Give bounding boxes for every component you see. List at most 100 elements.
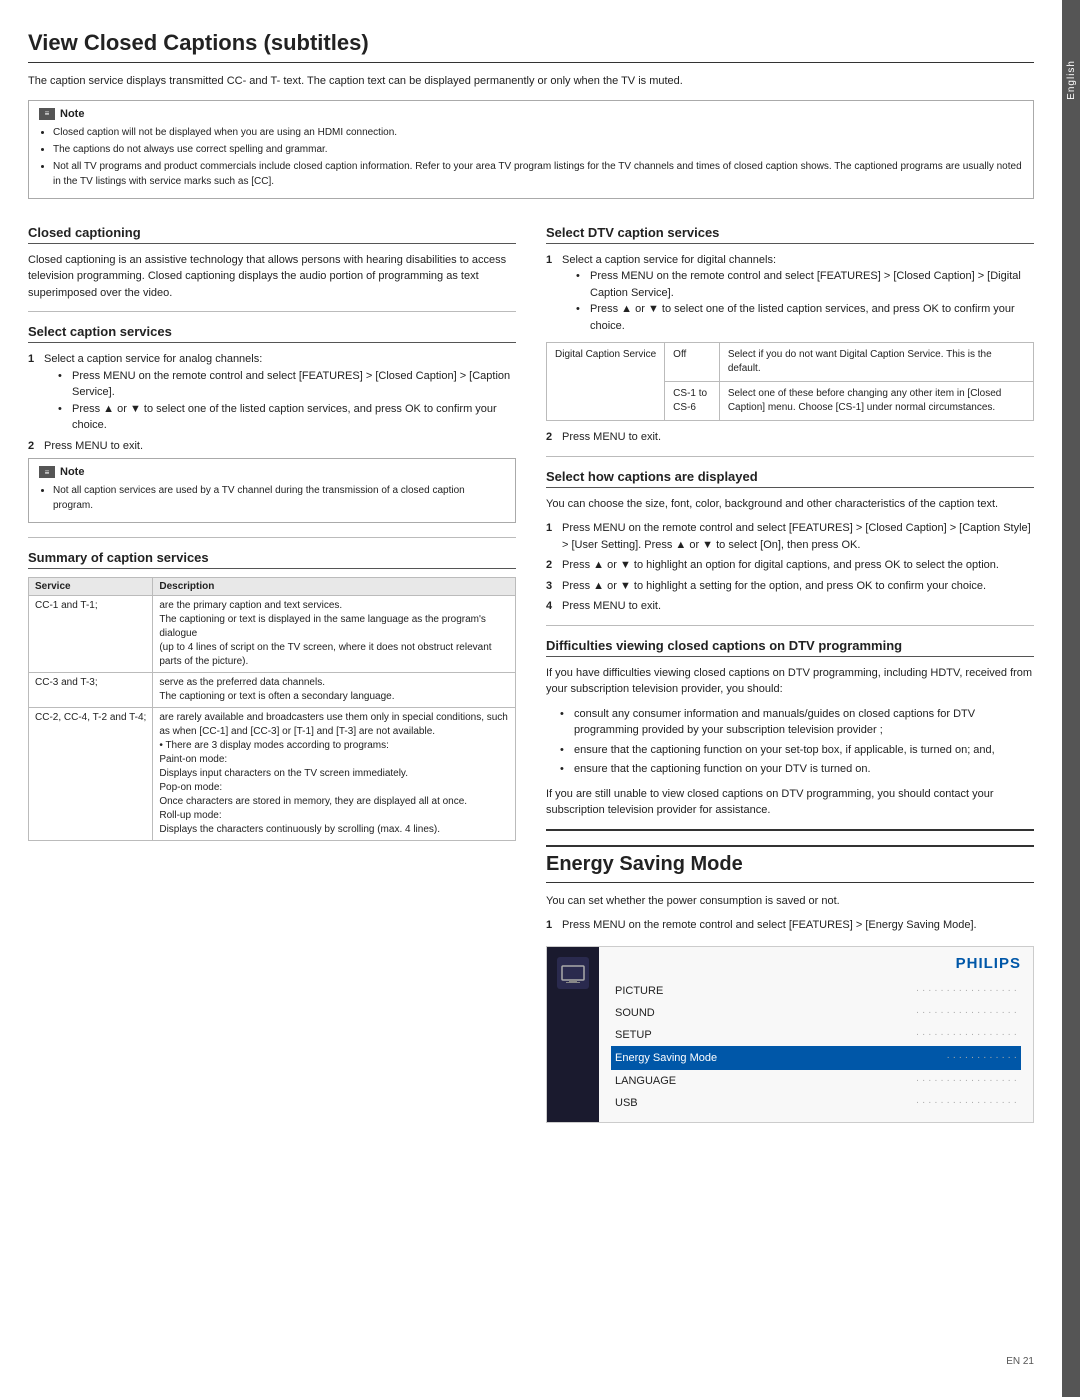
tv-menu-item-picture: PICTURE · · · · · · · · · · · · · · · · … [611, 980, 1021, 1002]
dtv-step-1-row: 1 Select a caption service for digital c… [546, 252, 1034, 335]
table-row: CC-2, CC-4, T-2 and T-4; are rarely avai… [29, 708, 516, 841]
step-1-content: Select a caption service for analog chan… [44, 351, 516, 434]
dtv-step-1-b2: • Press ▲ or ▼ to select one of the list… [562, 301, 1034, 334]
summary-desc-2: are rarely available and broadcasters us… [153, 708, 516, 841]
note-label-1: Note [60, 108, 84, 120]
summary-desc-0: are the primary caption and text service… [153, 596, 516, 673]
summary-service-2: CC-2, CC-4, T-2 and T-4; [29, 708, 153, 841]
note-item-1-1: Closed caption will not be displayed whe… [53, 125, 1023, 140]
step-1-b2-text: Press ▲ or ▼ to select one of the listed… [72, 401, 516, 434]
note-list-2: Not all caption services are used by a T… [39, 483, 505, 513]
tv-menu-usb-label: USB [615, 1092, 638, 1114]
step-2-row: 2 Press MENU to exit. [28, 438, 516, 455]
col-left: Closed captioning Closed captioning is a… [28, 213, 516, 1347]
step-1-b1-text: Press MENU on the remote control and sel… [72, 368, 516, 401]
note-header-2: ≡ Note [39, 466, 505, 478]
dtv-step-2-num: 2 [546, 429, 558, 446]
page-number: EN 21 [28, 1356, 1034, 1367]
select-how-steps: 1 Press MENU on the remote control and s… [546, 520, 1034, 615]
tv-menu-energy-dots: · · · · · · · · · · · · [946, 1048, 1017, 1068]
tv-menu-usb-dots: · · · · · · · · · · · · · · · · · [916, 1093, 1017, 1113]
difficulties-intro: If you have difficulties viewing closed … [546, 665, 1034, 698]
dtv-row-header: Digital Caption Service [547, 343, 665, 421]
dtv-cs-desc: Select one of these before changing any … [719, 382, 1033, 421]
col-right: Select DTV caption services 1 Select a c… [546, 213, 1034, 1347]
divider-1 [28, 311, 516, 312]
tv-svg [561, 963, 585, 983]
energy-saving-title: Energy Saving Mode [546, 845, 1034, 883]
tv-icon [557, 957, 589, 989]
divider-4 [546, 625, 1034, 626]
divider-3 [546, 456, 1034, 457]
two-col-layout: Closed captioning Closed captioning is a… [28, 213, 1034, 1347]
select-caption-title: Select caption services [28, 324, 516, 343]
select-how-title: Select how captions are displayed [546, 469, 1034, 488]
dtv-b1-text: Press MENU on the remote control and sel… [590, 268, 1034, 301]
how-step-1-text: Press MENU on the remote control and sel… [562, 520, 1034, 553]
step-1-b1: • Press MENU on the remote control and s… [44, 368, 516, 401]
step-2-num: 2 [28, 438, 40, 455]
tv-menu-item-language: LANGUAGE · · · · · · · · · · · · · · · ·… [611, 1070, 1021, 1092]
how-step-4-text: Press MENU to exit. [562, 598, 661, 615]
note-icon-1: ≡ [39, 108, 55, 120]
how-step-3: 3 Press ▲ or ▼ to highlight a setting fo… [546, 578, 1034, 595]
note-item-1-2: The captions do not always use correct s… [53, 142, 1023, 157]
tv-menu-box: PHILIPS PICTURE · · · · · · · · · · · · … [546, 946, 1034, 1123]
dtv-off-label: Off [665, 343, 720, 382]
how-step-4: 4 Press MENU to exit. [546, 598, 1034, 615]
tv-menu-sound-label: SOUND [615, 1002, 655, 1024]
note-box-2: ≡ Note Not all caption services are used… [28, 458, 516, 523]
how-step-3-text: Press ▲ or ▼ to highlight a setting for … [562, 578, 986, 595]
how-step-1: 1 Press MENU on the remote control and s… [546, 520, 1034, 553]
dtv-table: Digital Caption Service Off Select if yo… [546, 342, 1034, 421]
energy-step-1-text: Press MENU on the remote control and sel… [562, 917, 977, 934]
step-1-num: 1 [28, 351, 40, 434]
difficulties-b2-text: ensure that the captioning function on y… [574, 742, 995, 759]
note-list-1: Closed caption will not be displayed whe… [39, 125, 1023, 189]
tv-menu-picture-label: PICTURE [615, 980, 663, 1002]
tv-menu-item-setup: SETUP · · · · · · · · · · · · · · · · · [611, 1024, 1021, 1046]
note-icon-2: ≡ [39, 466, 55, 478]
summary-col-service: Service [29, 578, 153, 596]
note-box-1: ≡ Note Closed caption will not be displa… [28, 100, 1034, 199]
summary-service-0: CC-1 and T-1; [29, 596, 153, 673]
tv-menu-content: PHILIPS PICTURE · · · · · · · · · · · · … [599, 947, 1033, 1122]
tv-menu-sound-dots: · · · · · · · · · · · · · · · · · [916, 1003, 1017, 1023]
note-label-2: Note [60, 466, 84, 478]
select-caption-steps: 1 Select a caption service for analog ch… [28, 351, 516, 454]
closed-captioning-text: Closed captioning is an assistive techno… [28, 252, 516, 302]
dtv-step-2-text: Press MENU to exit. [562, 429, 661, 446]
dtv-step-1-content: Select a caption service for digital cha… [562, 252, 1034, 335]
step-1-b2: • Press ▲ or ▼ to select one of the list… [44, 401, 516, 434]
difficulties-title: Difficulties viewing closed captions on … [546, 638, 1034, 657]
side-tab: English [1062, 0, 1080, 1397]
difficulties-b2: • ensure that the captioning function on… [546, 742, 1034, 759]
tv-menu-language-label: LANGUAGE [615, 1070, 676, 1092]
closed-captioning-title: Closed captioning [28, 225, 516, 244]
tv-menu-item-sound: SOUND · · · · · · · · · · · · · · · · · [611, 1002, 1021, 1024]
tv-menu-setup-dots: · · · · · · · · · · · · · · · · · [916, 1025, 1017, 1045]
tv-menu-item-energy: Energy Saving Mode · · · · · · · · · · ·… [611, 1046, 1021, 1070]
dtv-off-desc: Select if you do not want Digital Captio… [719, 343, 1033, 382]
note-item-1-3: Not all TV programs and product commerci… [53, 159, 1023, 189]
summary-col-desc: Description [153, 578, 516, 596]
difficulties-outro: If you are still unable to view closed c… [546, 786, 1034, 819]
tv-menu-header: PHILIPS [611, 955, 1021, 972]
step-1-row: 1 Select a caption service for analog ch… [28, 351, 516, 434]
difficulties-b1: • consult any consumer information and m… [546, 706, 1034, 739]
step-2-text: Press MENU to exit. [44, 438, 143, 455]
energy-saving-intro: You can set whether the power consumptio… [546, 893, 1034, 910]
intro-text: The caption service displays transmitted… [28, 73, 1034, 90]
energy-step-1: 1 Press MENU on the remote control and s… [546, 917, 1034, 934]
tv-menu-item-usb: USB · · · · · · · · · · · · · · · · · [611, 1092, 1021, 1114]
tv-menu-setup-label: SETUP [615, 1024, 652, 1046]
difficulties-b3: • ensure that the captioning function on… [546, 761, 1034, 778]
side-tab-label: English [1066, 60, 1077, 100]
summary-desc-1: serve as the preferred data channels. Th… [153, 673, 516, 708]
summary-title: Summary of caption services [28, 550, 516, 569]
tv-menu-energy-label: Energy Saving Mode [615, 1047, 717, 1069]
philips-logo: PHILIPS [956, 955, 1021, 972]
tv-menu-language-dots: · · · · · · · · · · · · · · · · · [916, 1071, 1017, 1091]
table-row: Digital Caption Service Off Select if yo… [547, 343, 1034, 382]
how-step-2-text: Press ▲ or ▼ to highlight an option for … [562, 557, 999, 574]
